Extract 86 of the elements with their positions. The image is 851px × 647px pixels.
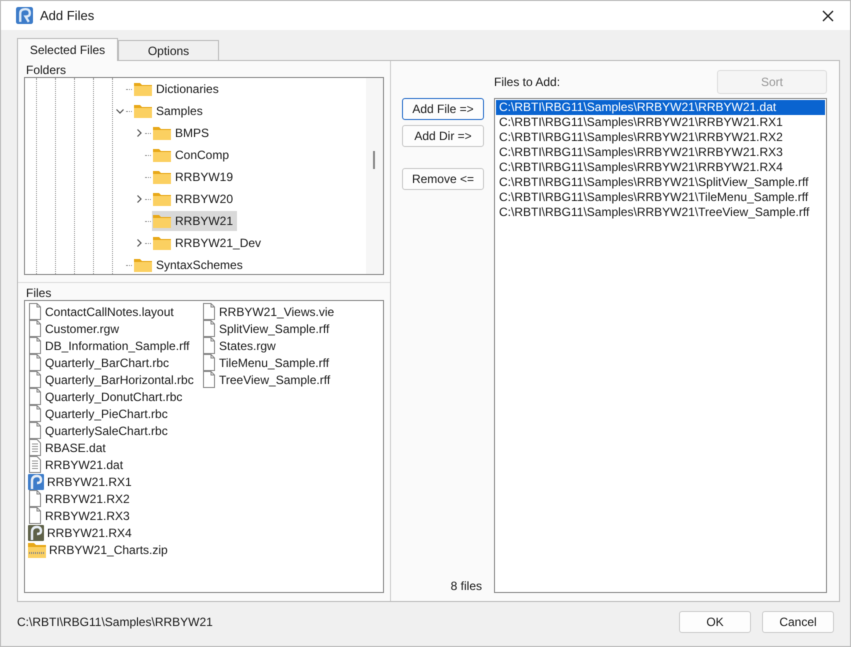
list-item[interactable]: C:\RBTI\RBG11\Samples\RRBYW21\RRBYW21.dat (496, 100, 825, 116)
folder-item[interactable]: Samples (133, 101, 207, 122)
file-item[interactable]: Quarterly_BarHorizontal.rbc (27, 371, 201, 388)
file-icon (28, 371, 42, 388)
chevron-icon[interactable] (116, 108, 124, 114)
folder-icon (134, 82, 152, 96)
list-item[interactable]: C:\RBTI\RBG11\Samples\RRBYW21\RRBYW21.RX2 (496, 130, 825, 146)
file-icon (28, 507, 42, 524)
group-label: Files (25, 286, 52, 300)
chevron-icon[interactable] (136, 129, 142, 138)
file-item[interactable]: Customer.rgw (27, 320, 201, 338)
folder-icon (134, 104, 152, 118)
folder-item[interactable]: RRBYW20 (152, 189, 238, 210)
file-item[interactable]: RRBYW21.dat (27, 456, 201, 474)
folder-item[interactable]: RRBYW21 (152, 211, 238, 232)
list-item[interactable]: C:\RBTI\RBG11\Samples\RRBYW21\RRBYW21.RX1 (496, 115, 825, 130)
scrollbar-thumb[interactable] (373, 151, 375, 170)
group-label: Folders (25, 63, 68, 78)
file-item[interactable]: Quarterly_DonutChart.rbc (27, 388, 201, 406)
file-icon (28, 320, 42, 338)
close-icon[interactable] (822, 10, 834, 22)
file-icon (28, 388, 42, 406)
file-item[interactable]: RRBYW21_Charts.zip (27, 541, 201, 558)
list-item[interactable]: C:\RBTI\RBG11\Samples\RRBYW21\RRBYW21.RX3 (496, 145, 825, 160)
file-item[interactable]: RRBYW21.RX4 (27, 524, 201, 542)
file-item[interactable]: TreeView_Sample.rff (201, 371, 383, 388)
tab[interactable]: Options (118, 40, 219, 60)
app-file-icon (28, 474, 44, 490)
folder-item[interactable]: SyntaxSchemes (133, 255, 247, 274)
file-item[interactable]: RRBYW21.RX2 (27, 490, 201, 508)
file-icon (28, 405, 42, 422)
file-item[interactable]: TileMenu_Sample.rff (201, 354, 383, 372)
file-item[interactable]: RRBYW21.RX3 (27, 507, 201, 524)
status-path: C:\RBTI\RBG11\Samples\RRBYW21 (17, 615, 214, 630)
list-item[interactable]: C:\RBTI\RBG11\Samples\RRBYW21\RRBYW21.RX4 (496, 160, 825, 176)
file-item[interactable]: RBASE.dat (27, 439, 201, 456)
folder-item[interactable]: RRBYW19 (152, 167, 238, 188)
action-button[interactable]: Add File => (402, 98, 484, 120)
file-icon (28, 354, 42, 372)
action-button[interactable]: Remove <= (402, 168, 484, 190)
tab[interactable]: Selected Files (17, 38, 118, 62)
file-icon (202, 354, 216, 372)
action-button[interactable]: Add Dir => (402, 125, 484, 148)
list-item[interactable]: C:\RBTI\RBG11\Samples\RRBYW21\TreeView_Sample.rff (496, 205, 825, 220)
folder-icon (134, 258, 152, 272)
file-icon (28, 422, 42, 440)
file-icon (202, 303, 216, 320)
file-icon (202, 337, 216, 354)
folder-item[interactable]: RRBYW21_Dev (152, 233, 266, 254)
chevron-icon[interactable] (136, 239, 142, 248)
list-label: Files to Add: (494, 74, 560, 89)
ok-button[interactable]: OK (679, 611, 751, 634)
file-icon (202, 371, 216, 388)
list-item[interactable]: C:\RBTI\RBG11\Samples\RRBYW21\TileMenu_Sample.rff (496, 190, 825, 206)
file-item[interactable]: RRBYW21.RX1 (27, 473, 201, 490)
folder-icon (153, 126, 171, 140)
file-item[interactable]: SplitView_Sample.rff (201, 320, 383, 338)
folder-icon (153, 214, 171, 228)
folder-icon (153, 148, 171, 162)
file-item[interactable]: QuarterlySaleChart.rbc (27, 422, 201, 440)
zip-folder-icon (28, 542, 46, 558)
file-item[interactable]: Quarterly_BarChart.rbc (27, 354, 201, 372)
folder-item[interactable]: BMPS (152, 123, 214, 144)
app-file-icon (28, 524, 44, 541)
file-icon (28, 337, 42, 354)
file-icon (28, 303, 42, 320)
file-item[interactable]: ContactCallNotes.layout (27, 303, 201, 320)
app-icon (16, 7, 33, 24)
file-icon (202, 320, 216, 338)
window-title: Add Files (40, 8, 96, 24)
file-item[interactable]: Quarterly_PieChart.rbc (27, 405, 201, 422)
file-icon (28, 490, 42, 508)
folder-item[interactable]: ConComp (152, 145, 234, 166)
file-count: 8 files (450, 579, 483, 594)
list-item[interactable]: C:\RBTI\RBG11\Samples\RRBYW21\SplitView_Sample.rff (496, 175, 825, 190)
folder-icon (153, 170, 171, 184)
text-file-icon (28, 439, 42, 456)
folder-item[interactable]: Dictionaries (133, 79, 223, 100)
cancel-button[interactable]: Cancel (762, 611, 834, 634)
file-item[interactable]: DB_Information_Sample.rff (27, 337, 201, 354)
file-item[interactable]: States.rgw (201, 337, 383, 354)
text-file-icon (28, 456, 42, 474)
folder-icon (153, 236, 171, 250)
file-item[interactable]: RRBYW21_Views.vie (201, 303, 383, 320)
folder-icon (153, 192, 171, 206)
chevron-icon[interactable] (136, 195, 142, 204)
